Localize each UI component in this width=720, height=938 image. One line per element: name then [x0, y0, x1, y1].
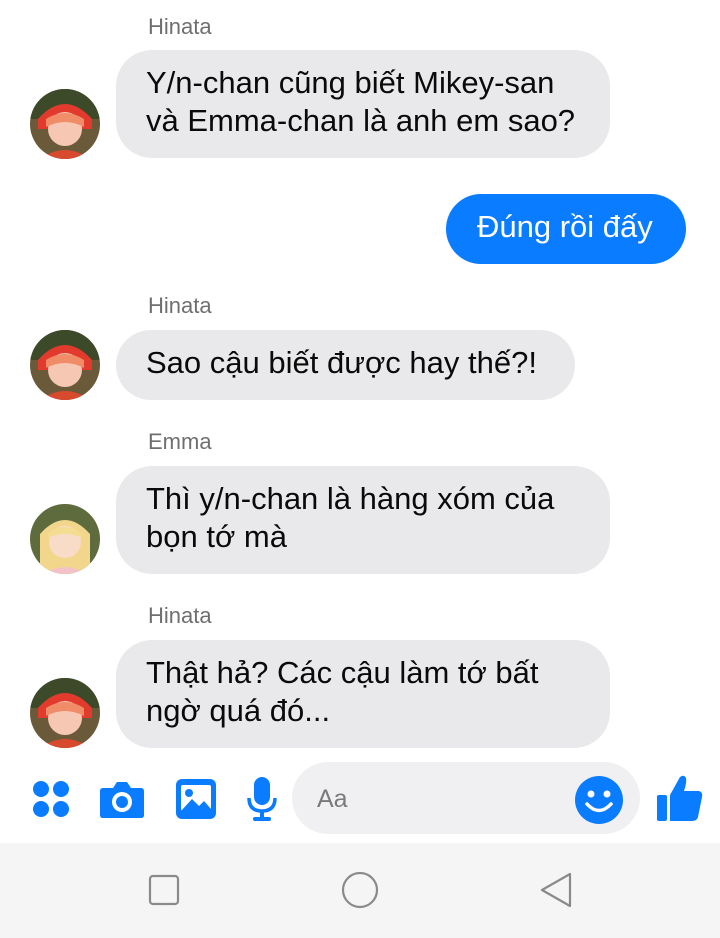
message-line: Đúng rồi đấy	[477, 209, 653, 244]
image-icon[interactable]	[175, 778, 217, 825]
camera-icon[interactable]	[99, 779, 145, 824]
message-line: bọn tớ mà	[146, 519, 287, 554]
microphone-icon[interactable]	[246, 776, 278, 827]
message-line: Thật hả? Các cậu làm tớ bất	[146, 655, 539, 690]
message-bubble[interactable]: Thật hả? Các cậu làm tớ bất ngờ quá đó..…	[116, 640, 610, 748]
sender-name: Hinata	[148, 603, 212, 628]
home-circle-icon[interactable]	[341, 871, 379, 914]
message-line: Sao cậu biết được hay thế?!	[146, 345, 537, 380]
sender-name: Hinata	[148, 14, 212, 39]
message-bubble-outgoing[interactable]: Đúng rồi đấy	[446, 194, 686, 264]
sender-name: Emma	[148, 429, 212, 454]
message-line: ngờ quá đó...	[146, 693, 331, 728]
system-navigation-bar	[0, 843, 720, 938]
back-triangle-icon[interactable]	[539, 871, 573, 914]
avatar-emma[interactable]	[30, 504, 100, 574]
message-bubble[interactable]: Thì y/n-chan là hàng xóm của bọn tớ mà	[116, 466, 610, 574]
emoji-icon[interactable]	[574, 775, 624, 830]
avatar-hinata[interactable]	[30, 330, 100, 400]
message-bubble[interactable]: Sao cậu biết được hay thế?!	[116, 330, 575, 400]
message-input-placeholder: Aa	[317, 785, 348, 813]
avatar-hinata[interactable]	[30, 89, 100, 159]
message-bubble[interactable]: Y/n-chan cũng biết Mikey-san và Emma-cha…	[116, 50, 610, 158]
recent-apps-square-icon[interactable]	[148, 874, 180, 911]
message-line: Y/n-chan cũng biết Mikey-san	[146, 65, 555, 100]
avatar-hinata[interactable]	[30, 678, 100, 748]
sender-name: Hinata	[148, 293, 212, 318]
like-thumbs-up-icon[interactable]	[656, 773, 704, 828]
message-line: Thì y/n-chan là hàng xóm của	[146, 481, 555, 516]
apps-grid-icon[interactable]	[32, 780, 70, 823]
message-line: và Emma-chan là anh em sao?	[146, 103, 576, 138]
message-thread: Hinata Y/n-chan cũng biết Mikey-san và E…	[0, 0, 720, 755]
